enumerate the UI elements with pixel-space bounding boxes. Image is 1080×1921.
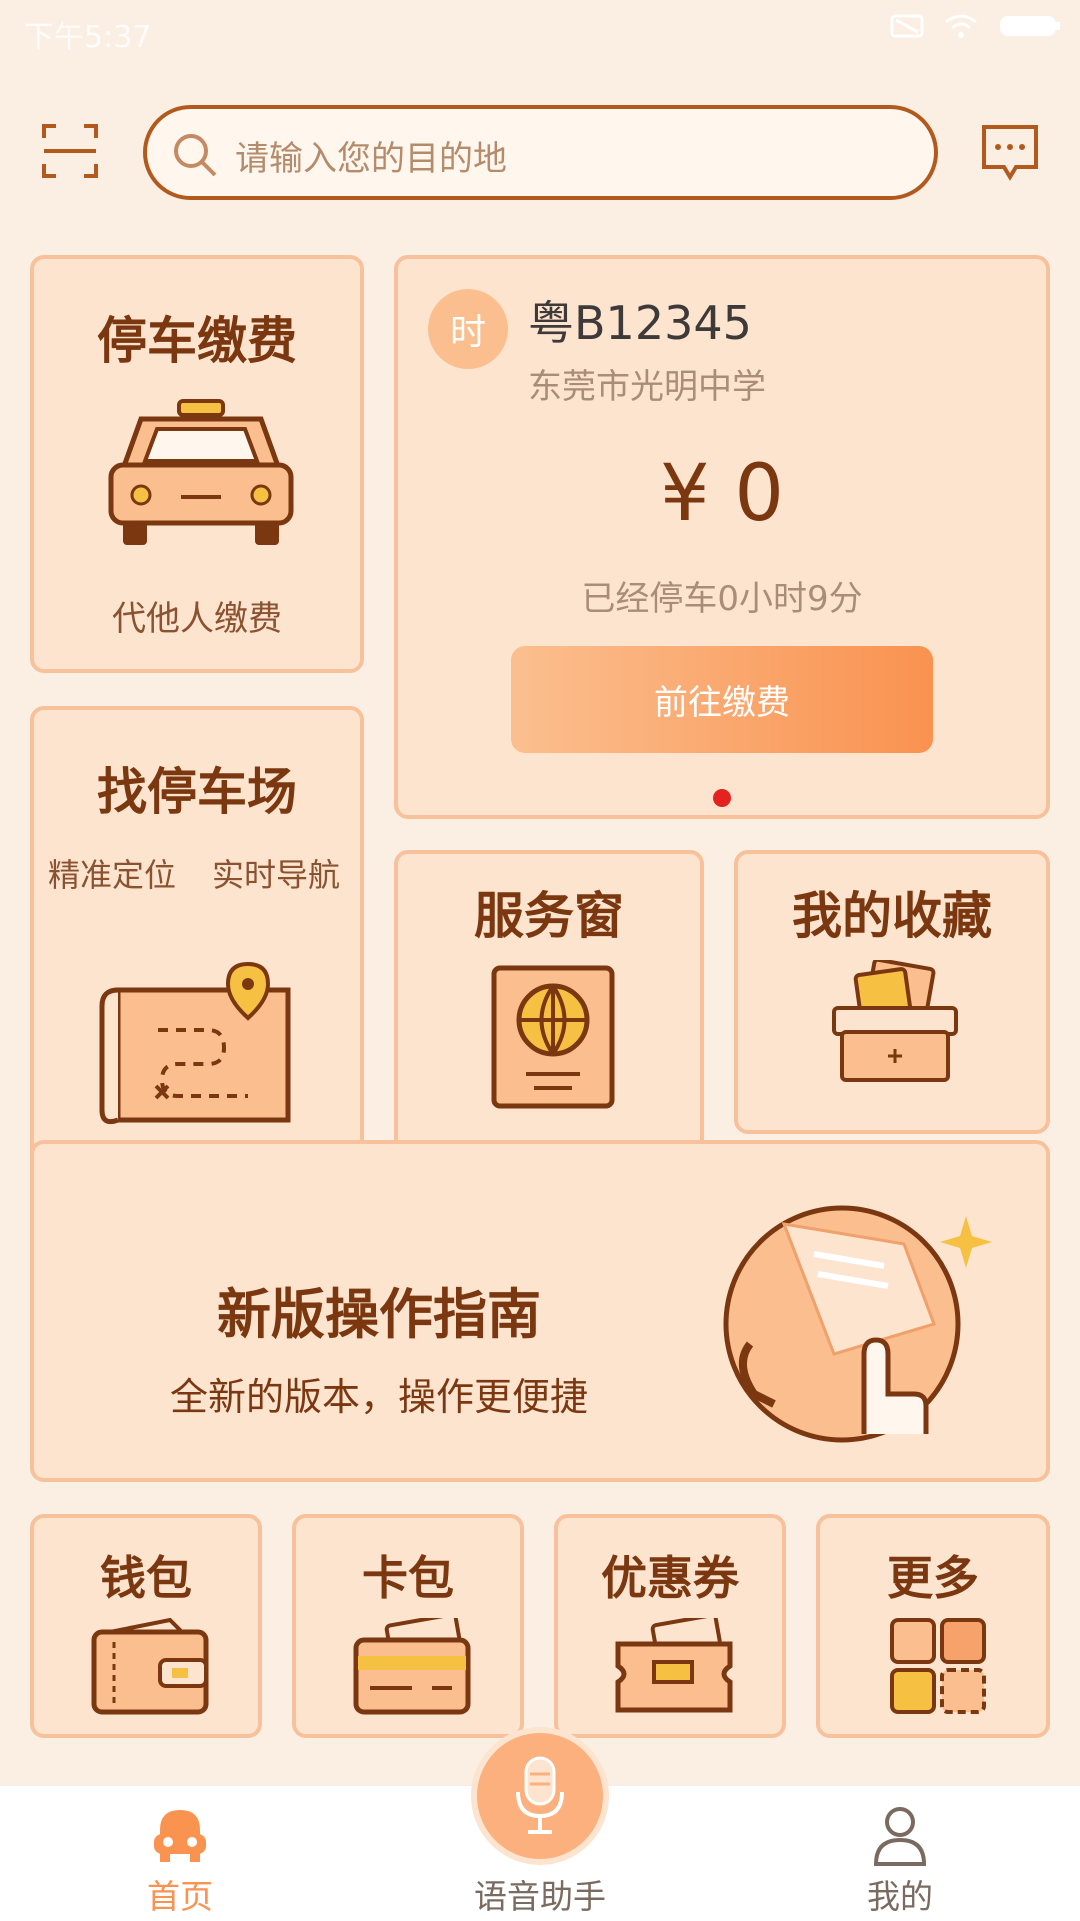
pay-button[interactable]: 前往缴费: [511, 646, 933, 753]
coupon-label: 优惠券: [601, 1551, 739, 1605]
tab-mine[interactable]: 我的: [790, 1786, 1010, 1921]
wallet-label: 钱包: [100, 1551, 192, 1605]
grid-icon: [890, 1618, 986, 1714]
wallet-card[interactable]: 钱包: [30, 1514, 262, 1738]
parking-location: 东莞市光明中学: [528, 367, 766, 407]
card-icon: [353, 1618, 471, 1715]
message-button[interactable]: [980, 123, 1040, 183]
guide-illustration-icon: [723, 1205, 992, 1443]
status-icons: [890, 12, 1062, 40]
favorite-box-icon: [832, 960, 958, 1082]
message-icon: [982, 125, 1038, 181]
battery-icon: [1000, 16, 1060, 36]
status-time: 下午5:37: [24, 20, 152, 55]
wifi-icon: [945, 14, 977, 38]
voice-assistant-button[interactable]: [471, 1727, 609, 1865]
service-window-card[interactable]: 服务窗: [394, 850, 704, 1182]
home-car-icon: [154, 1810, 206, 1862]
scan-icon: [42, 124, 98, 178]
microphone-icon: [516, 1756, 564, 1834]
more-card[interactable]: 更多: [816, 1514, 1050, 1738]
wallet-icon: [91, 1618, 209, 1715]
search-placeholder: 请输入您的目的地: [235, 139, 507, 179]
search-icon: [174, 134, 217, 177]
parking-pay-card[interactable]: 停车缴费 代他人缴费: [30, 255, 364, 673]
status-bar: 下午5:37: [0, 0, 1080, 64]
guide-subtitle: 全新的版本，操作更便捷: [169, 1375, 588, 1419]
taxi-icon: [108, 399, 294, 545]
more-label: 更多: [887, 1551, 979, 1605]
tab-mine-label: 我的: [867, 1877, 933, 1916]
favorites-title: 我的收藏: [792, 887, 992, 945]
parking-pay-subtitle: 代他人缴费: [112, 599, 282, 639]
search-bar[interactable]: 请输入您的目的地: [143, 105, 938, 200]
plate-number: 粤B12345: [528, 296, 752, 350]
user-icon: [873, 1807, 927, 1866]
time-badge: 时: [428, 289, 508, 369]
page-indicator-dot: [713, 789, 731, 807]
parking-amount: ¥ 0: [659, 449, 785, 539]
tab-home[interactable]: 首页: [70, 1786, 290, 1921]
parking-pay-title: 停车缴费: [97, 312, 297, 370]
parking-duration: 已经停车0小时9分: [581, 579, 863, 619]
service-window-title: 服务窗: [474, 887, 624, 945]
scan-button[interactable]: [40, 120, 100, 182]
coupon-card[interactable]: 优惠券: [554, 1514, 786, 1738]
map-icon: [99, 961, 291, 1125]
guide-title: 新版操作指南: [217, 1283, 541, 1346]
guide-banner[interactable]: 新版操作指南 全新的版本，操作更便捷: [30, 1140, 1050, 1482]
card-pack-card[interactable]: 卡包: [292, 1514, 524, 1738]
feature-locate: 精准定位: [48, 856, 177, 894]
coupon-icon: [615, 1618, 733, 1713]
favorites-card[interactable]: 我的收藏: [734, 850, 1050, 1134]
card-pack-label: 卡包: [362, 1551, 454, 1605]
passport-icon: [491, 965, 615, 1109]
tab-voice-label: 语音助手: [474, 1877, 606, 1916]
feature-navigate: 实时导航: [212, 856, 341, 894]
sim-icon: [890, 14, 924, 38]
find-parking-title: 找停车场: [97, 763, 297, 821]
tab-home-label: 首页: [147, 1877, 213, 1916]
